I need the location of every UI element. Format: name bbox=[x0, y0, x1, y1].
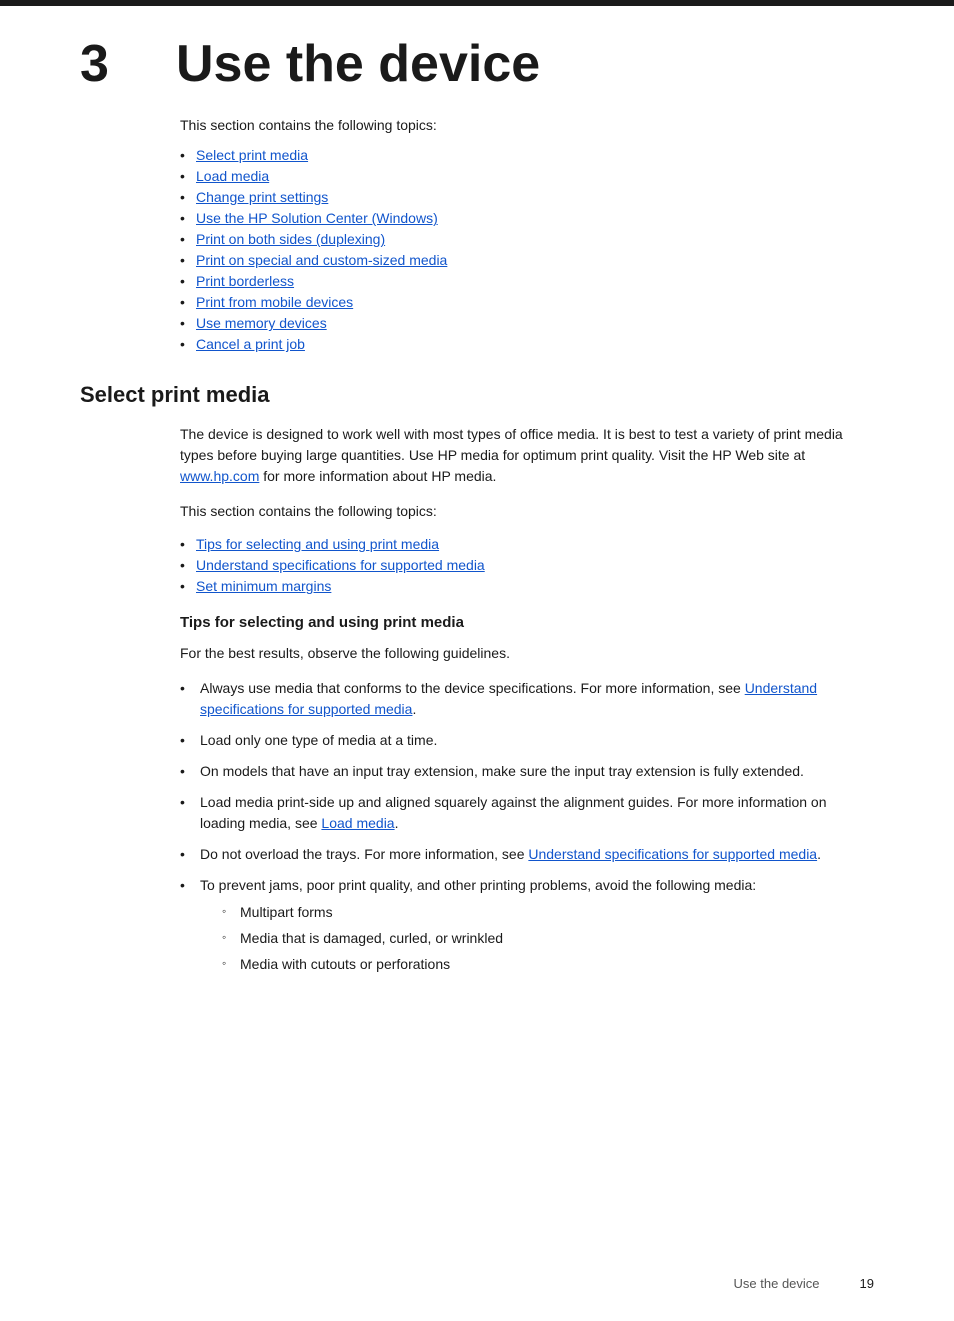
intro-text: This section contains the following topi… bbox=[180, 117, 874, 133]
list-item: Cancel a print job bbox=[180, 336, 874, 352]
list-item: To prevent jams, poor print quality, and… bbox=[180, 875, 874, 975]
subsection-title-tips: Tips for selecting and using print media bbox=[180, 614, 874, 631]
page-container: 3 Use the device This section contains t… bbox=[0, 0, 954, 1321]
link-load-media[interactable]: Load media bbox=[321, 815, 394, 831]
list-item: Print on special and custom-sized media bbox=[180, 252, 874, 268]
section-body-text: The device is designed to work well with… bbox=[180, 424, 874, 487]
chapter-header: 3 Use the device bbox=[80, 36, 874, 93]
toc-link-change-print-settings[interactable]: Change print settings bbox=[196, 189, 328, 205]
toc-link-mobile-devices[interactable]: Print from mobile devices bbox=[196, 294, 353, 310]
list-item: Media that is damaged, curled, or wrinkl… bbox=[220, 928, 874, 949]
list-item: Set minimum margins bbox=[180, 578, 874, 594]
toc-list: Select print media Load media Change pri… bbox=[180, 147, 874, 352]
list-item: Print on both sides (duplexing) bbox=[180, 231, 874, 247]
list-item: Print borderless bbox=[180, 273, 874, 289]
list-item: Load media bbox=[180, 168, 874, 184]
list-item: Load only one type of media at a time. bbox=[180, 730, 874, 751]
sub-bullet-list: Multipart forms Media that is damaged, c… bbox=[220, 902, 874, 975]
section-title-select-print-media: Select print media bbox=[80, 382, 874, 408]
tips-bullet-list: Always use media that conforms to the de… bbox=[180, 678, 874, 975]
list-item: Select print media bbox=[180, 147, 874, 163]
sub-toc-link-margins[interactable]: Set minimum margins bbox=[196, 578, 331, 594]
tips-intro-text: For the best results, observe the follow… bbox=[180, 643, 874, 664]
list-item: Use the HP Solution Center (Windows) bbox=[180, 210, 874, 226]
list-item: Do not overload the trays. For more info… bbox=[180, 844, 874, 865]
chapter-title: Use the device bbox=[176, 36, 540, 93]
list-item: Load media print-side up and aligned squ… bbox=[180, 792, 874, 834]
section-select-print-media: Select print media The device is designe… bbox=[80, 382, 874, 975]
subsection-tips: Tips for selecting and using print media… bbox=[80, 614, 874, 975]
toc-link-select-print-media[interactable]: Select print media bbox=[196, 147, 308, 163]
footer-section-label: Use the device bbox=[734, 1276, 820, 1291]
toc-link-memory-devices[interactable]: Use memory devices bbox=[196, 315, 327, 331]
toc-link-borderless[interactable]: Print borderless bbox=[196, 273, 294, 289]
chapter-number: 3 bbox=[80, 36, 140, 93]
hp-website-link[interactable]: www.hp.com bbox=[180, 468, 259, 484]
list-item: Understand specifications for supported … bbox=[180, 557, 874, 573]
toc-link-special-media[interactable]: Print on special and custom-sized media bbox=[196, 252, 447, 268]
content-area: 3 Use the device This section contains t… bbox=[0, 6, 954, 1047]
list-item: Use memory devices bbox=[180, 315, 874, 331]
list-item: Media with cutouts or perforations bbox=[220, 954, 874, 975]
toc-link-cancel-print[interactable]: Cancel a print job bbox=[196, 336, 305, 352]
list-item: On models that have an input tray extens… bbox=[180, 761, 874, 782]
page-footer: Use the device 19 bbox=[734, 1276, 874, 1291]
footer-page-number: 19 bbox=[860, 1276, 874, 1291]
sub-toc-list: Tips for selecting and using print media… bbox=[180, 536, 874, 594]
list-item: Change print settings bbox=[180, 189, 874, 205]
list-item: Tips for selecting and using print media bbox=[180, 536, 874, 552]
toc-link-load-media[interactable]: Load media bbox=[196, 168, 269, 184]
sub-toc-link-tips[interactable]: Tips for selecting and using print media bbox=[196, 536, 439, 552]
sub-toc-link-specs[interactable]: Understand specifications for supported … bbox=[196, 557, 485, 573]
toc-link-hp-solution-center[interactable]: Use the HP Solution Center (Windows) bbox=[196, 210, 438, 226]
link-understand-specs-2[interactable]: Understand specifications for supported … bbox=[528, 846, 817, 862]
toc-link-duplexing[interactable]: Print on both sides (duplexing) bbox=[196, 231, 385, 247]
list-item: Multipart forms bbox=[220, 902, 874, 923]
list-item: Print from mobile devices bbox=[180, 294, 874, 310]
subsection-intro-text: This section contains the following topi… bbox=[180, 501, 874, 522]
list-item: Always use media that conforms to the de… bbox=[180, 678, 874, 720]
link-understand-specs-1[interactable]: Understand specifications for supported … bbox=[200, 680, 817, 717]
